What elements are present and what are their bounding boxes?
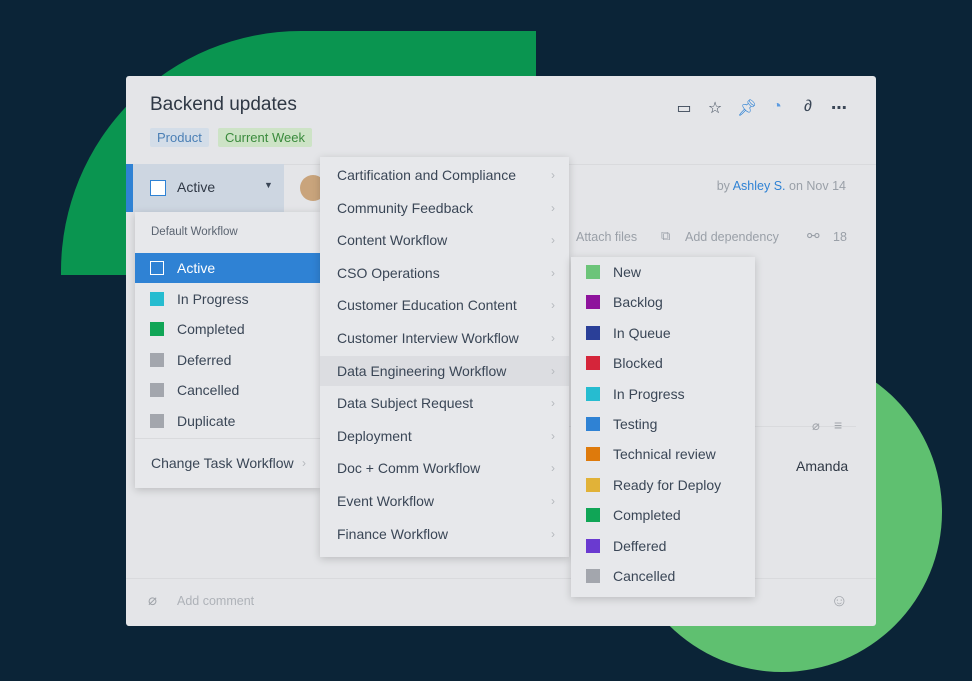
- workflow-status-item[interactable]: Ready for Deploy: [571, 470, 755, 500]
- attach-icon[interactable]: ⌀: [148, 591, 157, 609]
- status-color-swatch: [586, 356, 600, 371]
- chevron-right-icon: ›: [551, 428, 555, 443]
- chevron-right-icon: ›: [302, 456, 306, 470]
- change-workflow-item[interactable]: Change Task Workflow ›: [135, 448, 320, 478]
- status-item[interactable]: In Progress: [135, 284, 320, 314]
- status-color-swatch: [150, 291, 164, 306]
- add-dependency-button[interactable]: Add dependency: [685, 230, 779, 244]
- status-color-swatch: [150, 261, 164, 275]
- status-color-swatch: [150, 413, 164, 428]
- pin-icon[interactable]: 📌︎: [737, 98, 757, 118]
- emoji-icon[interactable]: ☺: [831, 591, 848, 611]
- status-item[interactable]: Completed: [135, 314, 320, 344]
- status-item[interactable]: Cancelled: [135, 375, 320, 405]
- chevron-down-icon: ▼: [264, 180, 273, 190]
- author-link[interactable]: Ashley S.: [733, 179, 786, 193]
- status-color-swatch: [150, 352, 164, 367]
- task-toolbar: ▭ ☆ 📌︎ ◔ ∂ ⋯: [675, 98, 848, 118]
- workflow-status-item[interactable]: In Queue: [571, 318, 755, 348]
- status-color-swatch: [586, 508, 600, 523]
- status-button[interactable]: Active ▼: [126, 164, 284, 212]
- star-icon[interactable]: ☆: [706, 98, 724, 118]
- menu-header: Default Workflow: [151, 226, 238, 238]
- workflow-item[interactable]: Content Workflow ›: [320, 225, 569, 255]
- status-color-swatch: [586, 447, 600, 462]
- status-color-swatch: [586, 538, 600, 553]
- status-label: Active: [177, 179, 216, 195]
- attach-files-button[interactable]: Attach files: [576, 230, 637, 244]
- status-item[interactable]: Duplicate: [135, 406, 320, 436]
- status-menu: Default Workflow Active In Progress Comple…: [135, 212, 320, 488]
- assignee: Amanda: [796, 458, 849, 474]
- workflow-item[interactable]: Cartification and Compliance ›: [320, 160, 569, 190]
- workflow-item[interactable]: Event Workflow ›: [320, 486, 569, 516]
- workflow-status-item[interactable]: Blocked: [571, 348, 755, 378]
- comment-input[interactable]: Add comment: [177, 594, 254, 608]
- chevron-right-icon: ›: [551, 200, 555, 215]
- status-color-swatch: [586, 417, 600, 431]
- status-color-swatch: [586, 265, 600, 279]
- workflow-item[interactable]: CSO Operations ›: [320, 258, 569, 288]
- status-color-swatch: [150, 322, 164, 336]
- share-icon[interactable]: ⚯: [807, 227, 820, 245]
- workflow-status-item[interactable]: Technical review: [571, 439, 755, 469]
- link-icon[interactable]: ∂: [799, 98, 817, 118]
- workflow-item[interactable]: Doc + Comm Workflow ›: [320, 453, 569, 483]
- paperclip-icon[interactable]: ⌀: [812, 418, 820, 434]
- status-color-swatch: [586, 295, 600, 310]
- workflow-item[interactable]: Customer Interview Workflow ›: [320, 323, 569, 353]
- tag-product[interactable]: Product: [150, 128, 209, 147]
- status-color-swatch: [586, 325, 600, 340]
- calendar-icon[interactable]: ▭: [675, 98, 693, 118]
- workflow-menu: Cartification and Compliance › Community F…: [320, 157, 569, 557]
- task-title[interactable]: Backend updates: [150, 94, 297, 116]
- status-checkbox[interactable]: [150, 180, 166, 196]
- more-icon[interactable]: ⋯: [830, 98, 848, 118]
- workflow-item[interactable]: Customer Education Content ›: [320, 290, 569, 320]
- workflow-status-item[interactable]: Deffered: [571, 531, 755, 561]
- status-color-swatch: [150, 383, 164, 397]
- workflow-status-item[interactable]: New: [571, 257, 755, 287]
- workflow-item[interactable]: Data Subject Request ›: [320, 388, 569, 418]
- workflow-item[interactable]: Data Engineering Workflow ›: [320, 355, 569, 386]
- chevron-right-icon: ›: [551, 233, 555, 248]
- chevron-right-icon: ›: [551, 363, 555, 378]
- chevron-right-icon: ›: [551, 526, 555, 541]
- chevron-right-icon: ›: [551, 265, 555, 280]
- workflow-status-item[interactable]: Backlog: [571, 287, 755, 317]
- status-color-swatch: [586, 477, 600, 492]
- rss-icon[interactable]: ◔: [768, 98, 786, 118]
- share-count: 18: [833, 230, 847, 244]
- status-item[interactable]: Deferred: [135, 345, 320, 375]
- chevron-right-icon: ›: [551, 168, 555, 182]
- chevron-right-icon: ›: [551, 396, 555, 411]
- chevron-right-icon: ›: [551, 298, 555, 313]
- workflow-status-item[interactable]: Cancelled: [571, 561, 755, 591]
- chevron-right-icon: ›: [551, 494, 555, 508]
- workflow-item[interactable]: Deployment ›: [320, 421, 569, 451]
- tag-current-week[interactable]: Current Week: [218, 128, 312, 147]
- dependency-icon: ⧉: [661, 228, 671, 243]
- chevron-right-icon: ›: [551, 331, 555, 345]
- author-line: by Ashley S. on Nov 14: [716, 179, 846, 193]
- status-item[interactable]: Active: [135, 253, 320, 283]
- menu-icon[interactable]: ≡: [834, 417, 842, 433]
- chevron-right-icon: ›: [551, 461, 555, 476]
- workflow-status-item[interactable]: Completed: [571, 500, 755, 530]
- workflow-item[interactable]: Finance Workflow ›: [320, 519, 569, 549]
- status-color-swatch: [586, 569, 600, 583]
- workflow-status-item[interactable]: In Progress: [571, 379, 755, 409]
- workflow-item[interactable]: Community Feedback ›: [320, 193, 569, 223]
- workflow-status-item[interactable]: Testing: [571, 409, 755, 439]
- status-color-swatch: [586, 386, 600, 401]
- workflow-status-menu: New Backlog In Queue Blocked In Progress Test…: [571, 257, 755, 597]
